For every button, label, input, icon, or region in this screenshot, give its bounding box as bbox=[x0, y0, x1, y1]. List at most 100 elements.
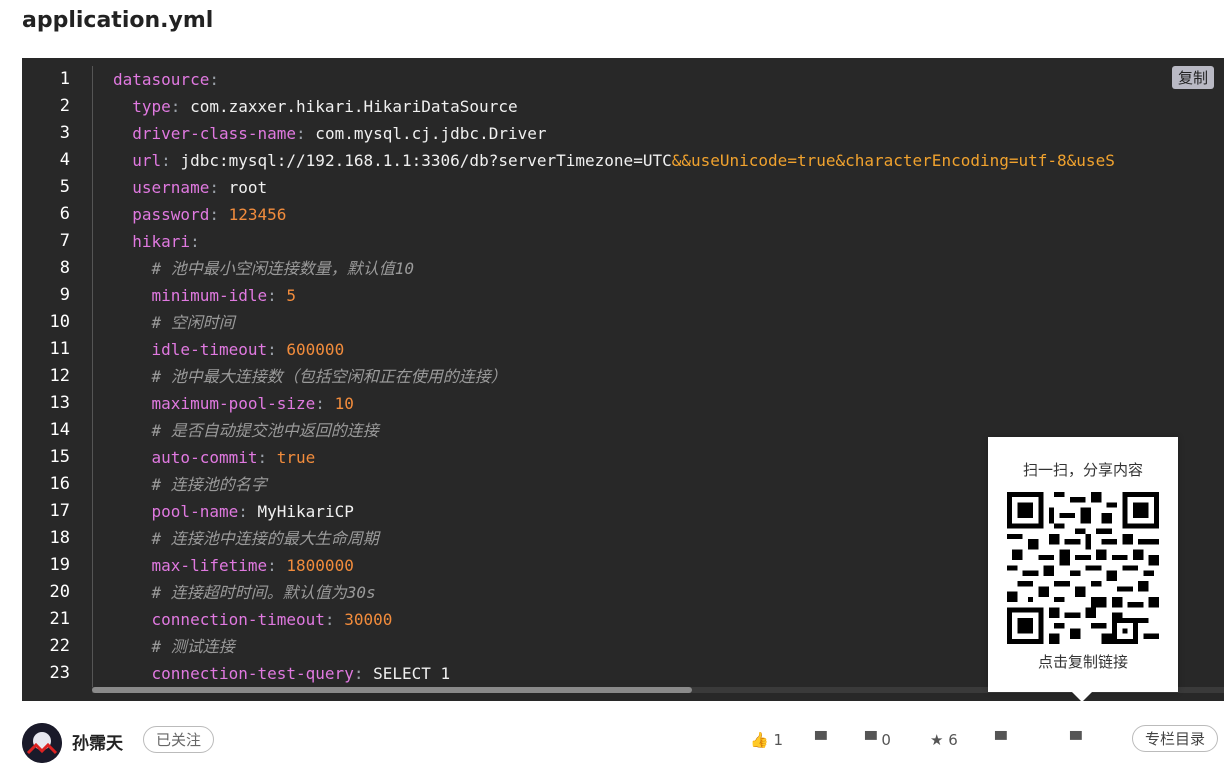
code-line: password: 123456 bbox=[113, 201, 1224, 228]
reward-icon: ▀ bbox=[995, 731, 1007, 749]
yaml-value: SELECT 1 bbox=[363, 664, 451, 683]
yaml-key: password bbox=[113, 205, 210, 224]
yaml-key: connection-test-query bbox=[113, 664, 354, 683]
yaml-key: max-lifetime bbox=[113, 556, 268, 575]
comment-count: 0 bbox=[881, 731, 891, 749]
line-number-gutter: 1 2 3 4 5 6 7 8 9 10 11 12 13 14 15 16 1… bbox=[22, 66, 93, 688]
yaml-key: auto-commit bbox=[113, 448, 258, 467]
line-number: 9 bbox=[59, 285, 70, 305]
comment-icon: ▀ bbox=[865, 731, 877, 749]
line-number: 16 bbox=[49, 474, 70, 494]
yaml-value: jdbc:mysql://192.168.1.1:3306/db?serverT… bbox=[170, 151, 672, 170]
line-number: 21 bbox=[49, 609, 70, 629]
yaml-key: url bbox=[113, 151, 162, 170]
yaml-number: 1800000 bbox=[276, 556, 354, 575]
code-line: driver-class-name: com.mysql.cj.jdbc.Dri… bbox=[113, 120, 1224, 147]
yaml-comment: # 空闲时间 bbox=[113, 313, 235, 332]
yaml-number: 10 bbox=[324, 394, 354, 413]
yaml-key: pool-name bbox=[113, 502, 239, 521]
line-number: 13 bbox=[49, 393, 70, 413]
yaml-key: maximum-pool-size bbox=[113, 394, 316, 413]
code-line: url: jdbc:mysql://192.168.1.1:3306/db?se… bbox=[113, 147, 1224, 174]
line-number: 5 bbox=[59, 177, 70, 197]
avatar-image bbox=[22, 723, 62, 763]
colon: : bbox=[324, 610, 335, 629]
code-line: datasource: bbox=[113, 66, 1224, 93]
article-footer-bar: 孙霈天 已关注 👍 1 ▀ ▀ 0 ★ 6 ▀ ▀ 专栏目录 bbox=[0, 701, 1224, 763]
colon: : bbox=[209, 70, 219, 89]
colon: : bbox=[296, 124, 306, 143]
line-number: 2 bbox=[59, 96, 70, 116]
code-line: maximum-pool-size: 10 bbox=[113, 390, 1224, 417]
line-number: 8 bbox=[59, 258, 70, 278]
yaml-comment: # 池中最大连接数（包括空闲和正在使用的连接） bbox=[113, 367, 507, 386]
code-line: hikari: bbox=[113, 228, 1224, 255]
yaml-key: datasource bbox=[113, 70, 210, 89]
colon: : bbox=[209, 205, 219, 224]
yaml-comment: # 连接超时时间。默认值为30s bbox=[113, 583, 376, 602]
line-number: 10 bbox=[49, 312, 70, 332]
file-title: application.yml bbox=[22, 8, 214, 33]
yaml-key: username bbox=[113, 178, 210, 197]
yaml-boolean: true bbox=[267, 448, 316, 467]
scrollbar-thumb[interactable] bbox=[92, 687, 692, 693]
yaml-number: 30000 bbox=[334, 610, 393, 629]
yaml-comment: # 测试连接 bbox=[113, 637, 235, 656]
reward-button[interactable]: ▀ bbox=[995, 731, 1007, 749]
share-qr-popup: 扫一扫，分享内容 点击复制链接 bbox=[988, 437, 1178, 702]
line-number: 17 bbox=[49, 501, 70, 521]
line-number: 11 bbox=[49, 339, 70, 359]
share-icon: ▀ bbox=[1070, 731, 1082, 749]
yaml-value-tail: &&useUnicode=true&characterEncoding=utf-… bbox=[671, 151, 1115, 170]
yaml-value: MyHikariCP bbox=[247, 502, 354, 521]
line-number: 1 bbox=[59, 69, 70, 89]
yaml-number: 123456 bbox=[218, 205, 287, 224]
share-button[interactable]: ▀ bbox=[1070, 731, 1082, 749]
author-avatar[interactable] bbox=[22, 723, 62, 763]
yaml-comment: # 连接池的名字 bbox=[113, 475, 267, 494]
colon: : bbox=[170, 97, 181, 116]
line-number: 18 bbox=[49, 528, 70, 548]
copy-link-label[interactable]: 点击复制链接 bbox=[988, 651, 1178, 672]
yaml-key: idle-timeout bbox=[113, 340, 268, 359]
favorite-button[interactable]: ★ 6 bbox=[930, 731, 958, 749]
code-line: type: com.zaxxer.hikari.HikariDataSource bbox=[113, 93, 1224, 120]
yaml-key: type bbox=[113, 97, 171, 116]
yaml-comment: # 池中最小空闲连接数量，默认值10 bbox=[113, 259, 415, 278]
line-number: 7 bbox=[59, 231, 70, 251]
dislike-button[interactable]: ▀ bbox=[815, 731, 827, 749]
colon: : bbox=[315, 394, 325, 413]
qr-title: 扫一扫，分享内容 bbox=[1022, 461, 1143, 479]
yaml-value: root bbox=[218, 178, 268, 197]
colon: : bbox=[190, 232, 200, 251]
yaml-value: com.mysql.cj.jdbc.Driver bbox=[305, 124, 547, 143]
colon: : bbox=[161, 151, 171, 170]
line-number: 22 bbox=[49, 636, 70, 656]
yaml-comment: # 连接池中连接的最大生命周期 bbox=[113, 529, 379, 548]
yaml-number: 600000 bbox=[276, 340, 345, 359]
yaml-key: connection-timeout bbox=[113, 610, 325, 629]
colon: : bbox=[238, 502, 248, 521]
yaml-key: hikari bbox=[113, 232, 191, 251]
yaml-key: minimum-idle bbox=[113, 286, 268, 305]
line-number: 15 bbox=[49, 447, 70, 467]
colon: : bbox=[257, 448, 268, 467]
like-button[interactable]: 👍 1 bbox=[750, 731, 783, 749]
qr-code bbox=[1007, 492, 1159, 644]
code-line: idle-timeout: 600000 bbox=[113, 336, 1224, 363]
column-catalog-button[interactable]: 专栏目录 bbox=[1132, 725, 1219, 752]
like-count: 1 bbox=[773, 731, 784, 749]
thumbs-down-icon: ▀ bbox=[815, 731, 827, 749]
author-name[interactable]: 孙霈天 bbox=[72, 729, 123, 754]
line-number: 23 bbox=[49, 663, 70, 683]
code-line: # 空闲时间 bbox=[113, 309, 1224, 336]
line-number: 14 bbox=[49, 420, 70, 440]
star-count: 6 bbox=[948, 731, 958, 749]
code-line: minimum-idle: 5 bbox=[113, 282, 1224, 309]
colon: : bbox=[267, 340, 277, 359]
follow-button[interactable]: 已关注 bbox=[143, 726, 215, 753]
comment-button[interactable]: ▀ 0 bbox=[865, 731, 891, 749]
yaml-comment: # 是否自动提交池中返回的连接 bbox=[113, 421, 379, 440]
line-number: 20 bbox=[49, 582, 70, 602]
code-line: # 池中最大连接数（包括空闲和正在使用的连接） bbox=[113, 363, 1224, 390]
